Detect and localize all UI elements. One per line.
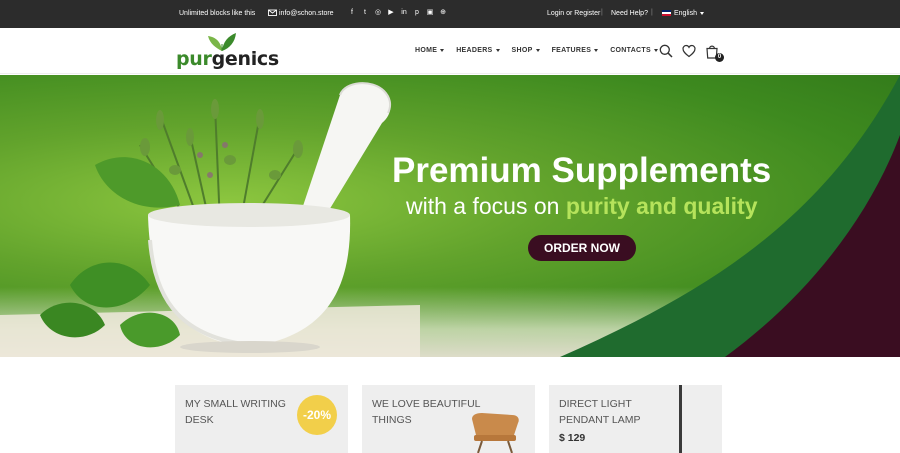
social-links: f t ◎ ▶ in p ▣ ⊕: [348, 8, 447, 17]
chair-image: [472, 413, 519, 453]
tagline: Unlimited blocks like this: [179, 10, 256, 17]
chevron-down-icon: [699, 11, 704, 15]
chevron-down-icon: [495, 48, 500, 52]
wishlist-heart-icon[interactable]: [682, 44, 696, 63]
linkedin-icon[interactable]: in: [400, 8, 408, 17]
logo-text: purgenics: [176, 48, 279, 70]
mail-icon: [268, 8, 277, 19]
divider: |: [601, 9, 603, 16]
discount-badge: -20%: [297, 395, 337, 435]
nav-features[interactable]: FEATURES: [552, 47, 599, 54]
card-title: MY SMALL WRITING DESK: [185, 398, 286, 426]
flickr-icon[interactable]: ▣: [426, 8, 434, 17]
facebook-icon[interactable]: f: [348, 8, 356, 17]
nav-headers[interactable]: HEADERS: [456, 47, 500, 54]
order-now-button[interactable]: ORDER NOW: [528, 235, 636, 261]
promo-card-desk[interactable]: MY SMALL WRITING DESK -20%: [175, 385, 348, 453]
nav-shop[interactable]: SHOP: [512, 47, 540, 54]
card-title: WE LOVE BEAUTIFUL THINGS: [372, 398, 481, 426]
hero-subtitle: with a focus on purity and quality: [406, 193, 758, 219]
nav-home[interactable]: HOME: [415, 47, 445, 54]
hero-banner: Premium Supplements with a focus on puri…: [0, 75, 900, 357]
lamp-cord-image: [679, 385, 682, 453]
chevron-down-icon: [440, 48, 445, 52]
chevron-down-icon: [653, 48, 658, 52]
youtube-icon[interactable]: ▶: [387, 8, 395, 17]
foursquare-icon[interactable]: ⊕: [439, 8, 447, 17]
chevron-down-icon: [594, 48, 599, 52]
main-navbar: purgenics HOME HEADERS SHOP FEATURES CON…: [0, 28, 900, 74]
main-menu: HOME HEADERS SHOP FEATURES CONTACTS: [415, 47, 670, 54]
hero-title: Premium Supplements: [392, 151, 772, 190]
mortar-herbs-image: [0, 82, 420, 357]
card-title: DIRECT LIGHT PENDANT LAMP: [559, 398, 641, 426]
pinterest-icon[interactable]: p: [413, 8, 421, 17]
nav-contacts[interactable]: CONTACTS: [610, 47, 658, 54]
language-label: English: [674, 10, 697, 17]
promo-card-lamp[interactable]: DIRECT LIGHT PENDANT LAMP $ 129: [549, 385, 722, 453]
login-register-link[interactable]: Login or Register: [547, 10, 600, 17]
logo[interactable]: purgenics: [176, 32, 279, 70]
search-icon[interactable]: [659, 44, 673, 63]
divider: |: [651, 9, 653, 16]
uk-flag-icon: [662, 10, 671, 16]
promo-card-things[interactable]: WE LOVE BEAUTIFUL THINGS: [362, 385, 535, 453]
twitter-icon[interactable]: t: [361, 8, 369, 17]
instagram-icon[interactable]: ◎: [374, 8, 382, 17]
language-selector[interactable]: English: [674, 10, 704, 17]
email-link[interactable]: info@schon.store: [279, 10, 334, 17]
promo-cards: MY SMALL WRITING DESK -20% WE LOVE BEAUT…: [0, 385, 900, 453]
cart-count-badge: 0: [715, 53, 724, 62]
chevron-down-icon: [535, 48, 540, 52]
help-link[interactable]: Need Help?: [611, 10, 648, 17]
top-bar: Unlimited blocks like this info@schon.st…: [0, 0, 900, 28]
card-price: $ 129: [559, 432, 586, 444]
